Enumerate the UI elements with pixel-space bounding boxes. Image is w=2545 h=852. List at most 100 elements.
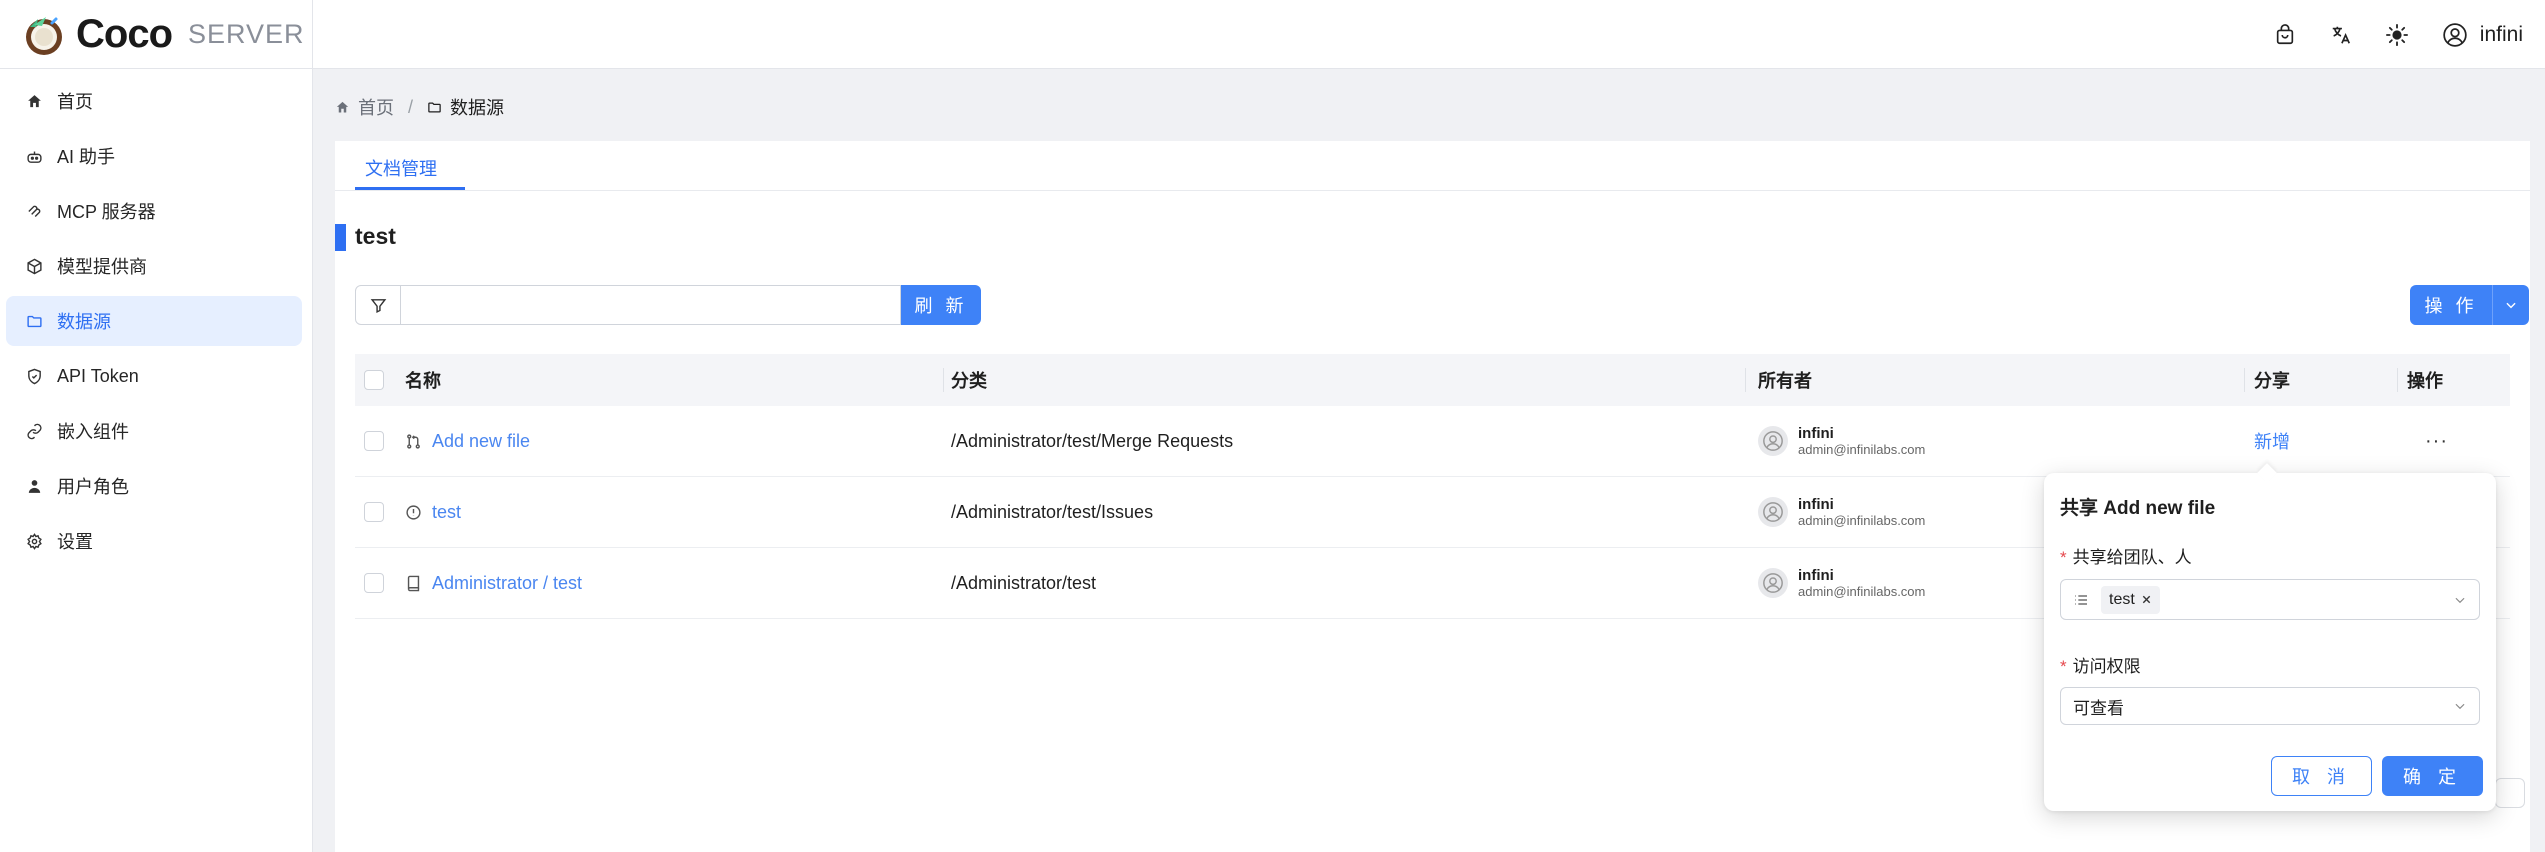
- sidebar-item-label: MCP 服务器: [57, 202, 156, 222]
- sun-icon[interactable]: [2385, 23, 2408, 46]
- sidebar-item-ai-assistant[interactable]: AI 助手: [6, 131, 302, 181]
- share-add-link[interactable]: 新增: [2254, 406, 2290, 476]
- operations-button[interactable]: 操 作: [2410, 285, 2492, 325]
- sidebar-item-embed[interactable]: 嵌入组件: [6, 406, 302, 456]
- chevron-down-icon: [2455, 597, 2465, 603]
- logo-subtext: SERVER: [188, 19, 305, 49]
- sidebar-item-label: AI 助手: [57, 147, 116, 167]
- user-menu[interactable]: infini: [2442, 22, 2523, 48]
- sidebar-item-label: API Token: [57, 365, 139, 386]
- top-actions: infini: [2274, 0, 2523, 69]
- permission-select[interactable]: 可查看: [2060, 687, 2480, 725]
- row-checkbox[interactable]: [364, 431, 384, 451]
- home-icon[interactable]: [335, 100, 350, 115]
- document-name-link[interactable]: Add new file: [405, 431, 530, 452]
- sidebar-item-mcp-server[interactable]: MCP 服务器: [6, 186, 302, 236]
- document-category: /Administrator/test: [951, 572, 1097, 593]
- tab-bar: 文档管理: [335, 141, 2530, 191]
- column-header-owner[interactable]: 所有者: [1758, 354, 1812, 406]
- coco-logo-icon: [26, 16, 62, 55]
- share-to-label: * 共享给团队、人: [2060, 548, 2192, 567]
- user-icon: [28, 479, 41, 493]
- search-input[interactable]: [401, 285, 901, 325]
- repo-icon: [407, 575, 420, 591]
- shopping-bag-icon[interactable]: [2274, 23, 2296, 46]
- merge-request-icon: [407, 433, 420, 449]
- breadcrumb-home[interactable]: 首页: [358, 94, 394, 120]
- sidebar-item-home[interactable]: 首页: [6, 76, 302, 126]
- sidebar-item-model-provider[interactable]: 模型提供商: [6, 241, 302, 291]
- pagination-button[interactable]: [2495, 778, 2525, 808]
- owner-name: infini: [1798, 495, 1834, 513]
- chevron-down-icon: [2506, 302, 2516, 309]
- owner-email: admin@infinilabs.com: [1798, 441, 1926, 457]
- sidebar-item-user-roles[interactable]: 用户角色: [6, 461, 302, 511]
- cancel-button[interactable]: 取 消: [2271, 756, 2372, 796]
- tab-active-indicator: [355, 187, 465, 190]
- sidebar-item-settings[interactable]: 设置: [6, 516, 302, 566]
- column-header-category[interactable]: 分类: [951, 354, 987, 406]
- document-name: test: [432, 501, 462, 522]
- gear-icon: [27, 532, 42, 550]
- share-to-select[interactable]: test: [2060, 579, 2480, 620]
- column-header-name[interactable]: 名称: [405, 354, 441, 406]
- robot-icon: [27, 151, 42, 163]
- share-popover: 共享 Add new file * 共享给团队、人 test * 访问权限 可查看 …: [2044, 463, 2496, 811]
- filter-icon: [370, 298, 386, 313]
- document-name: Administrator / test: [432, 572, 583, 593]
- search-group: 刷 新: [355, 285, 981, 325]
- required-mark: *: [2060, 548, 2067, 567]
- tab-document-management[interactable]: 文档管理: [365, 155, 437, 181]
- user-avatar-icon: [1763, 502, 1783, 522]
- home-icon: [28, 94, 41, 107]
- select-all-checkbox[interactable]: [364, 370, 384, 390]
- sidebar-item-label: 设置: [57, 532, 93, 552]
- operations-button-group: 操 作: [2410, 285, 2529, 325]
- permission-label: * 访问权限: [2060, 657, 2141, 676]
- confirm-button[interactable]: 确 定: [2382, 756, 2483, 796]
- page-title: test: [355, 223, 396, 249]
- popover-title: 共享 Add new file: [2060, 498, 2216, 519]
- row-checkbox[interactable]: [364, 502, 384, 522]
- top-bar: Coco SERVER infini: [0, 0, 2545, 69]
- sidebar-item-label: 首页: [57, 92, 93, 112]
- table-header: 名称 分类 所有者 分享 操作: [355, 354, 2510, 406]
- user-name: infini: [2479, 22, 2523, 46]
- owner-email: admin@infinilabs.com: [1798, 583, 1926, 599]
- avatar: [1758, 568, 1788, 598]
- filter-button[interactable]: [355, 285, 401, 325]
- document-name-link[interactable]: Administrator / test: [405, 573, 582, 594]
- logo-area[interactable]: Coco SERVER: [0, 0, 313, 69]
- owner-name: infini: [1798, 424, 1834, 442]
- user-avatar-icon: [1763, 431, 1783, 451]
- column-header-actions: 操作: [2407, 371, 2443, 391]
- sidebar-item-label: 用户角色: [57, 477, 129, 497]
- refresh-button[interactable]: 刷 新: [901, 285, 981, 325]
- document-name-link[interactable]: test: [405, 502, 461, 523]
- issue-icon: [406, 504, 421, 520]
- sidebar-item-label: 数据源: [57, 312, 111, 332]
- breadcrumb-current: 数据源: [450, 98, 505, 118]
- owner-info: infini admin@infinilabs.com: [1758, 496, 1925, 529]
- sidebar: 首页 AI 助手 MCP 服务器 模型提供商 数据源 API Token 嵌入组…: [0, 69, 313, 852]
- sidebar-item-datasource[interactable]: 数据源: [6, 296, 302, 346]
- mcp-icon: [28, 205, 41, 217]
- permission-value: 可查看: [2073, 698, 2124, 718]
- close-icon[interactable]: [2141, 594, 2152, 605]
- document-category: /Administrator/test/Merge Requests: [951, 430, 1234, 451]
- operations-dropdown-button[interactable]: [2492, 285, 2529, 325]
- more-actions-button[interactable]: ···: [2425, 406, 2448, 476]
- title-accent-bar: [335, 224, 346, 251]
- list-icon: [2075, 594, 2087, 605]
- sidebar-item-api-token[interactable]: API Token: [6, 351, 302, 401]
- logo-text: Coco: [76, 12, 173, 56]
- row-checkbox[interactable]: [364, 573, 384, 593]
- sidebar-item-label: 模型提供商: [57, 257, 147, 277]
- column-header-share[interactable]: 分享: [2254, 354, 2290, 406]
- user-circle-icon: [2443, 22, 2467, 47]
- embed-icon: [27, 423, 42, 439]
- user-avatar-icon: [1763, 573, 1783, 593]
- translate-icon[interactable]: [2330, 24, 2352, 46]
- share-tag-label: test: [2109, 590, 2135, 608]
- folder-icon: [27, 315, 42, 327]
